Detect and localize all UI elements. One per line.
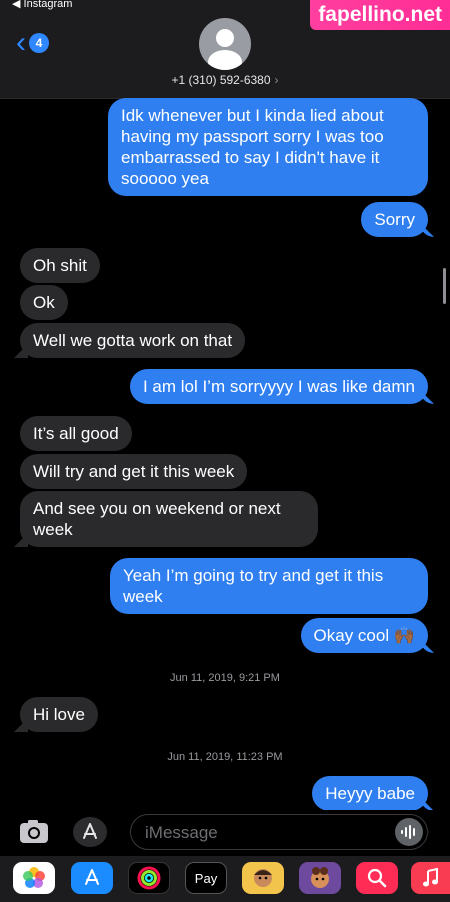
message-bubble-received[interactable]: It’s all good	[20, 416, 132, 451]
message-bubble-received[interactable]: Hi love	[20, 697, 98, 732]
timestamp: Jun 11, 2019, 11:23 PM	[167, 751, 283, 763]
memoji-icon[interactable]	[242, 862, 284, 894]
camera-icon[interactable]	[16, 813, 52, 849]
app-store-icon[interactable]	[71, 862, 113, 894]
animoji-icon[interactable]	[299, 862, 341, 894]
message-bubble-sent[interactable]: Sorry	[361, 202, 428, 237]
activity-icon[interactable]	[128, 862, 170, 894]
message-bubble-received[interactable]: And see you on weekend or next week	[20, 491, 318, 547]
message-thread[interactable]: Idk whenever but I kinda lied about havi…	[0, 98, 450, 810]
message-bubble-received[interactable]: Ok	[20, 285, 68, 320]
message-bubble-sent[interactable]: Okay cool 🙌🏾	[300, 618, 428, 653]
chevron-right-icon: ›	[274, 73, 279, 87]
message-bubble-sent[interactable]: Idk whenever but I kinda lied about havi…	[108, 98, 428, 196]
message-bubble-received[interactable]: Well we gotta work on that	[20, 323, 246, 358]
contact-avatar[interactable]	[199, 18, 251, 70]
app-store-button[interactable]	[73, 817, 107, 847]
message-bubble-sent[interactable]: Yeah I’m going to try and get it this we…	[110, 558, 428, 614]
message-bubble-sent[interactable]: Heyyy babe	[312, 776, 428, 810]
web-images-icon[interactable]	[356, 862, 398, 894]
contact-number: +1 (310) 592-6380	[171, 73, 271, 87]
message-bubble-sent[interactable]: I am lol I’m sorryyyy I was like damn	[129, 369, 428, 404]
audio-message-button[interactable]	[395, 818, 423, 846]
message-bubble-received[interactable]: Will try and get it this week	[20, 454, 248, 489]
person-icon	[208, 29, 242, 70]
back-to-app-link[interactable]: ◀ Instagram	[12, 0, 72, 10]
message-bubble-received[interactable]: Oh shit	[20, 248, 100, 283]
unread-badge: 4	[29, 33, 49, 53]
photos-icon[interactable]	[13, 862, 55, 894]
chevron-left-icon: ‹	[16, 26, 26, 59]
music-icon[interactable]	[411, 862, 450, 894]
timestamp: Jun 11, 2019, 9:21 PM	[170, 672, 280, 684]
message-input-placeholder: iMessage	[145, 823, 218, 842]
waveform-icon	[401, 825, 415, 839]
watermark: fapellino.net	[310, 0, 450, 30]
app-store-icon	[83, 823, 97, 839]
contact-name-button[interactable]: +1 (310) 592-6380 ›	[0, 73, 450, 87]
apple-pay-icon[interactable]: Pay	[185, 862, 227, 894]
message-input[interactable]: iMessage	[130, 814, 428, 850]
scroll-indicator[interactable]	[443, 268, 446, 304]
back-button[interactable]: ‹ 4	[16, 26, 49, 59]
